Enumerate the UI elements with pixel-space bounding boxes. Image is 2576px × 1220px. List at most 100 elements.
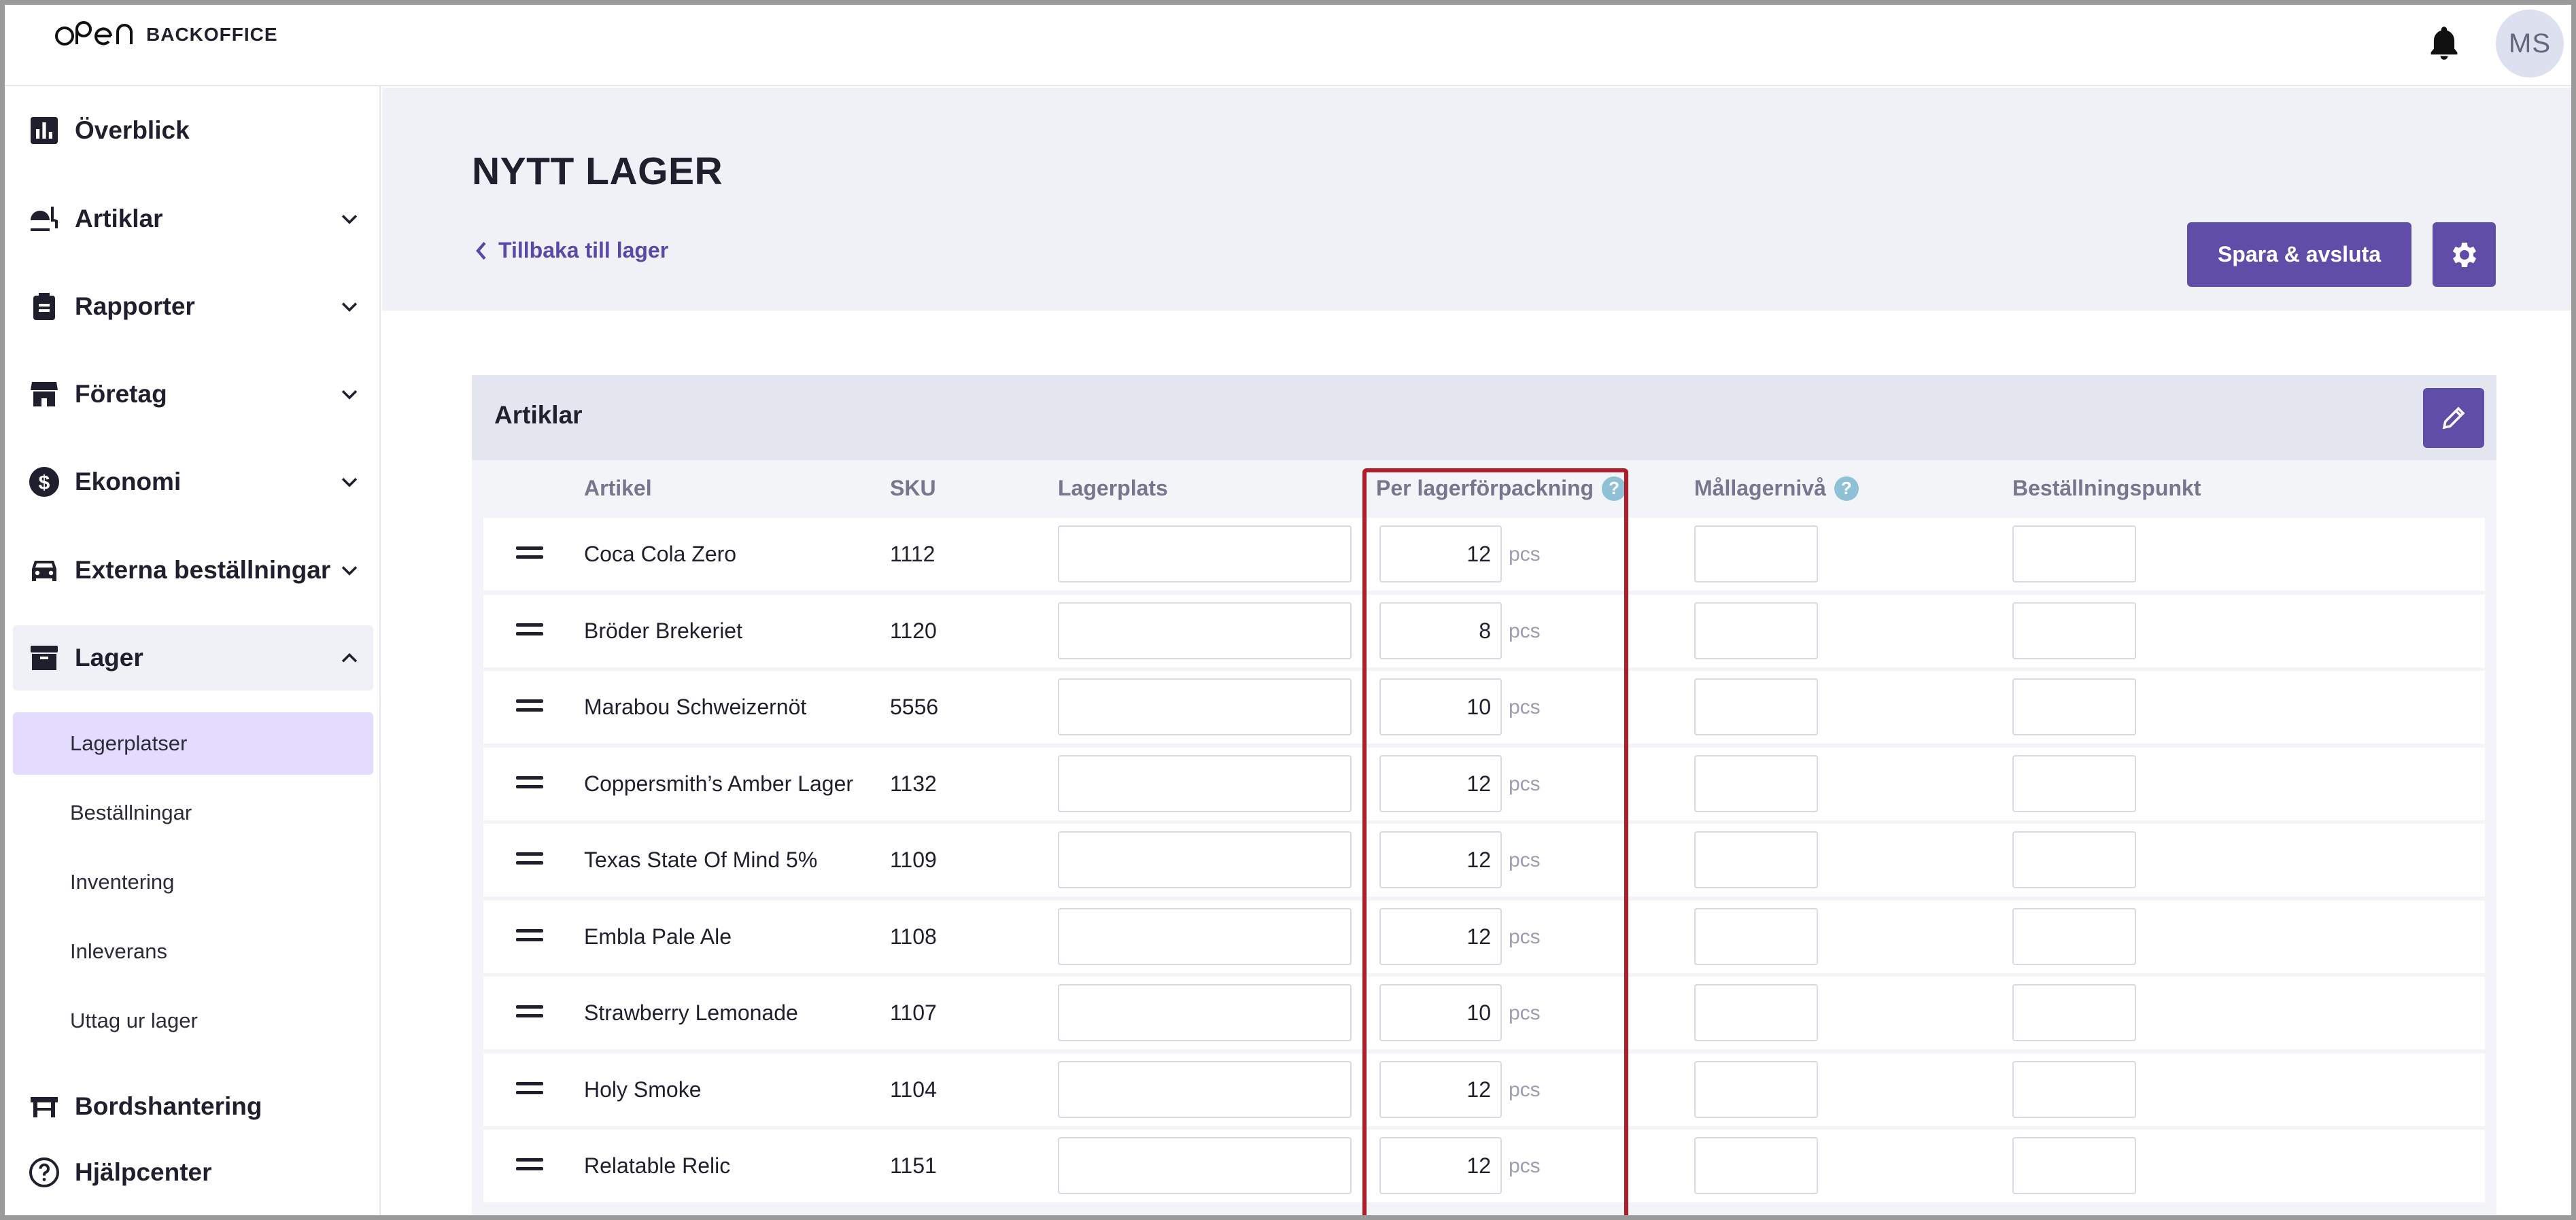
nav-externa-bestallningar[interactable]: Externa beställningar	[13, 538, 373, 603]
edit-button[interactable]	[2423, 388, 2484, 448]
drag-handle-icon[interactable]	[516, 928, 543, 943]
back-link-label: Tillbaka till lager	[498, 238, 669, 262]
reorder-point-input[interactable]	[2012, 525, 2136, 582]
per-pack-input[interactable]: 10	[1379, 984, 1502, 1041]
per-pack-input[interactable]: 12	[1379, 525, 1502, 582]
notifications-bell-icon[interactable]	[2426, 24, 2462, 62]
car-icon	[32, 561, 56, 581]
nav-label: Lager	[75, 644, 143, 672]
per-pack-input[interactable]: 12	[1379, 754, 1502, 812]
lagerplats-input[interactable]	[1058, 754, 1352, 812]
sub-inventering[interactable]: Inventering	[13, 851, 373, 913]
sub-inleverans[interactable]: Inleverans	[13, 920, 373, 983]
nav-label: Bordshantering	[75, 1092, 262, 1120]
help-icon[interactable]: ?	[1834, 476, 1859, 501]
sub-label: Inventering	[70, 870, 175, 894]
reorder-point-input[interactable]	[2012, 1137, 2136, 1194]
target-level-input[interactable]	[1694, 602, 1818, 659]
drag-handle-icon[interactable]	[516, 1005, 543, 1019]
target-level-input[interactable]	[1694, 678, 1818, 735]
reorder-point-input[interactable]	[2012, 1060, 2136, 1118]
drag-handle-icon[interactable]	[516, 699, 543, 713]
sub-bestallningar[interactable]: Beställningar	[13, 782, 373, 844]
drag-handle-icon[interactable]	[516, 623, 543, 637]
column-label: Lagerplats	[1058, 476, 1168, 500]
nav-overblick[interactable]: Överblick	[13, 98, 373, 163]
lagerplats-input[interactable]	[1058, 831, 1352, 888]
nav-hjalpcenter[interactable]: Hjälpcenter	[13, 1140, 373, 1205]
help-icon[interactable]: ?	[1602, 476, 1627, 501]
drag-handle-icon[interactable]	[516, 1081, 543, 1096]
table-row: Coppersmith’s Amber Lager 1132 12 pcs	[483, 747, 2485, 820]
reorder-point-input[interactable]	[2012, 678, 2136, 735]
nav-label: Överblick	[75, 116, 190, 144]
chevron-left-icon	[476, 241, 486, 260]
save-and-exit-button[interactable]: Spara & avsluta	[2187, 222, 2411, 287]
nav-label: Ekonomi	[75, 468, 182, 495]
reorder-point-input[interactable]	[2012, 831, 2136, 888]
lagerplats-input[interactable]	[1058, 907, 1352, 965]
nav-artiklar[interactable]: Artiklar	[13, 186, 373, 251]
settings-button[interactable]	[2433, 222, 2496, 287]
sku-value: 1108	[890, 924, 937, 949]
per-pack-input[interactable]: 12	[1379, 1060, 1502, 1118]
lagerplats-input[interactable]	[1058, 1060, 1352, 1118]
drag-handle-icon[interactable]	[516, 852, 543, 866]
per-pack-input[interactable]: 12	[1379, 1137, 1502, 1194]
article-name: Holy Smoke	[584, 1077, 702, 1102]
reorder-point-input[interactable]	[2012, 602, 2136, 659]
column-header-bestallningspunkt: Beställningspunkt	[2012, 476, 2201, 501]
nav-ekonomi[interactable]: $ Ekonomi	[13, 449, 373, 515]
lagerplats-input[interactable]	[1058, 678, 1352, 735]
page-title: NYTT LAGER	[472, 150, 723, 193]
lagerplats-input[interactable]	[1058, 525, 1352, 582]
nav-foretag[interactable]: Företag	[13, 362, 373, 427]
sub-lagerplatser[interactable]: Lagerplatser	[13, 712, 373, 775]
column-label: SKU	[890, 476, 936, 500]
sku-value: 1132	[890, 771, 937, 796]
drag-handle-icon[interactable]	[516, 1158, 543, 1172]
archive-icon	[31, 646, 58, 670]
drag-handle-icon[interactable]	[516, 775, 543, 790]
lagerplats-input[interactable]	[1058, 1137, 1352, 1194]
nav-rapporter[interactable]: Rapporter	[13, 274, 373, 339]
per-pack-input[interactable]: 12	[1379, 831, 1502, 888]
per-pack-input[interactable]: 12	[1379, 907, 1502, 965]
nav-lager[interactable]: Lager	[13, 625, 373, 691]
card-header: Artiklar	[472, 375, 2496, 460]
table-row: Strawberry Lemonade 1107 10 pcs	[483, 977, 2485, 1049]
target-level-input[interactable]	[1694, 525, 1818, 582]
help-circle-icon	[29, 1157, 59, 1187]
nav-label: Rapporter	[75, 292, 195, 320]
reorder-point-input[interactable]	[2012, 754, 2136, 812]
reorder-point-input[interactable]	[2012, 907, 2136, 965]
article-name: Marabou Schweizernöt	[584, 695, 807, 719]
per-pack-input[interactable]: 10	[1379, 678, 1502, 735]
sidebar: Överblick Artiklar Rapporter Företag $ E…	[5, 86, 381, 1215]
target-level-input[interactable]	[1694, 984, 1818, 1041]
target-level-input[interactable]	[1694, 1137, 1818, 1194]
logo[interactable]: BACKOFFICE	[54, 20, 278, 60]
target-level-input[interactable]	[1694, 754, 1818, 812]
drag-handle-icon[interactable]	[516, 546, 543, 560]
sub-label: Uttag ur lager	[70, 1009, 198, 1032]
article-name: Coca Cola Zero	[584, 542, 737, 566]
column-label: Per lagerförpackning	[1376, 476, 1594, 500]
lagerplats-input[interactable]	[1058, 602, 1352, 659]
back-link[interactable]: Tillbaka till lager	[474, 238, 668, 263]
target-level-input[interactable]	[1694, 831, 1818, 888]
article-name: Embla Pale Ale	[584, 924, 732, 949]
sub-uttag-ur-lager[interactable]: Uttag ur lager	[13, 990, 373, 1052]
article-name: Bröder Brekeriet	[584, 618, 742, 643]
column-header-mallagerniva: Mållagernivå?	[1694, 476, 1859, 501]
chevron-up-icon	[341, 652, 358, 663]
target-level-input[interactable]	[1694, 907, 1818, 965]
nav-bordshantering[interactable]: Bordshantering	[13, 1074, 373, 1139]
lagerplats-input[interactable]	[1058, 984, 1352, 1041]
user-avatar[interactable]: MS	[2496, 10, 2564, 77]
per-pack-input[interactable]: 8	[1379, 602, 1502, 659]
svg-text:$: $	[39, 472, 50, 494]
article-name: Texas State Of Mind 5%	[584, 848, 818, 872]
target-level-input[interactable]	[1694, 1060, 1818, 1118]
reorder-point-input[interactable]	[2012, 984, 2136, 1041]
